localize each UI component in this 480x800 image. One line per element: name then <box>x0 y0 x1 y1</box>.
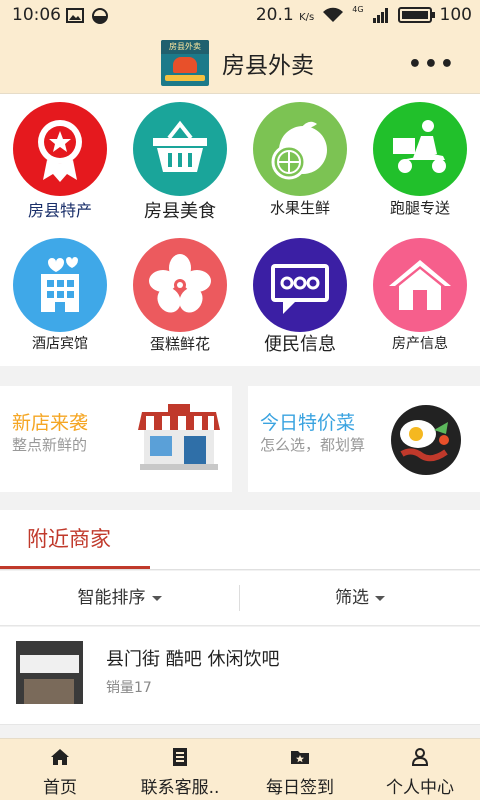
folder-star-icon <box>291 751 309 764</box>
category-hotel[interactable]: 酒店宾馆 <box>0 230 120 366</box>
fried-egg-bacon-icon <box>391 405 461 475</box>
wifi-icon <box>323 7 344 22</box>
category-label: 跑腿专送 <box>389 199 450 217</box>
category-label: 酒店宾馆 <box>32 336 88 352</box>
filter-bar: 智能排序 筛选 <box>0 571 480 626</box>
nearby-section-header: 附近商家 <box>0 510 480 570</box>
category-fresh-fruit[interactable]: 水果生鲜 <box>240 94 360 230</box>
bottom-navigation: 首页 联系客服.. 每日签到 个人中心 <box>0 738 480 800</box>
app-header: 房县外卖 房县外卖 ••• <box>0 32 480 94</box>
promo-subtitle: 整点新鲜的 <box>12 436 88 454</box>
shop-name: 县门街 酷吧 休闲饮吧 <box>106 649 280 670</box>
battery-icon <box>397 7 435 23</box>
category-real-estate[interactable]: 房产信息 <box>360 230 480 366</box>
house-icon <box>373 238 467 332</box>
caret-down-icon <box>151 595 162 601</box>
category-grid: 房县特产 房县美食 水果生鲜 跑腿专送 酒店宾馆 蛋糕鲜花 便民信息 房产信息 <box>0 94 480 366</box>
category-label: 水果生鲜 <box>269 199 330 217</box>
signal-icon <box>372 8 388 23</box>
network-speed: 20.1 K/s <box>255 5 315 25</box>
category-label: 蛋糕鲜花 <box>149 335 210 353</box>
promo-subtitle: 怎么选，都划算 <box>260 436 366 454</box>
basket-icon <box>133 102 227 196</box>
nav-daily-checkin[interactable]: 每日签到 <box>240 739 360 800</box>
sort-dropdown[interactable]: 智能排序 <box>0 571 239 626</box>
status-time: 10:06 <box>12 5 61 25</box>
nav-customer-service[interactable]: 联系客服.. <box>120 739 240 800</box>
category-label: 房县美食 <box>144 201 216 222</box>
promo-title: 今日特价菜 <box>260 412 356 434</box>
hotel-icon <box>13 238 107 332</box>
category-convenience-info[interactable]: 便民信息 <box>240 230 360 366</box>
nav-home[interactable]: 首页 <box>0 739 120 800</box>
category-local-food[interactable]: 房县美食 <box>120 94 240 230</box>
flower-icon <box>133 238 227 332</box>
category-label: 房产信息 <box>392 336 448 352</box>
image-notification-icon <box>66 8 84 23</box>
home-icon <box>51 749 69 765</box>
battery-level: 100 <box>439 5 472 25</box>
more-options-button[interactable]: ••• <box>408 52 456 77</box>
promo-new-stores[interactable]: 新店来袭 整点新鲜的 <box>0 386 232 492</box>
app-logo: 房县外卖 <box>161 40 209 86</box>
category-local-specialty[interactable]: 房县特产 <box>0 94 120 230</box>
category-label: 房县特产 <box>27 201 92 220</box>
list-item[interactable]: 县门街 酷吧 休闲饮吧 销量17 <box>0 627 480 725</box>
promo-daily-specials[interactable]: 今日特价菜 怎么选，都划算 <box>248 386 480 492</box>
page-title: 房县外卖 <box>222 53 314 79</box>
active-tab-indicator <box>0 566 150 569</box>
nav-profile[interactable]: 个人中心 <box>360 739 480 800</box>
shop-sales: 销量17 <box>106 680 152 696</box>
shop-thumbnail <box>16 641 83 704</box>
sync-notification-icon <box>92 8 108 24</box>
user-icon <box>411 748 429 766</box>
category-label: 便民信息 <box>264 334 336 355</box>
tab-nearby-merchants[interactable]: 附近商家 <box>27 523 111 553</box>
message-icon <box>253 238 347 332</box>
document-icon <box>173 748 187 766</box>
promo-title: 新店来袭 <box>12 412 89 434</box>
delivery-scooter-icon <box>373 102 467 196</box>
storefront-icon <box>138 404 220 470</box>
category-cake-flowers[interactable]: 蛋糕鲜花 <box>120 230 240 366</box>
orange-fruit-icon <box>253 102 347 196</box>
category-errand-delivery[interactable]: 跑腿专送 <box>360 94 480 230</box>
network-type: 4G <box>352 4 364 14</box>
award-star-icon <box>13 102 107 196</box>
filter-dropdown[interactable]: 筛选 <box>240 571 480 626</box>
status-bar: 10:06 20.1 K/s 4G 100 <box>0 0 480 32</box>
caret-down-icon <box>375 595 385 601</box>
